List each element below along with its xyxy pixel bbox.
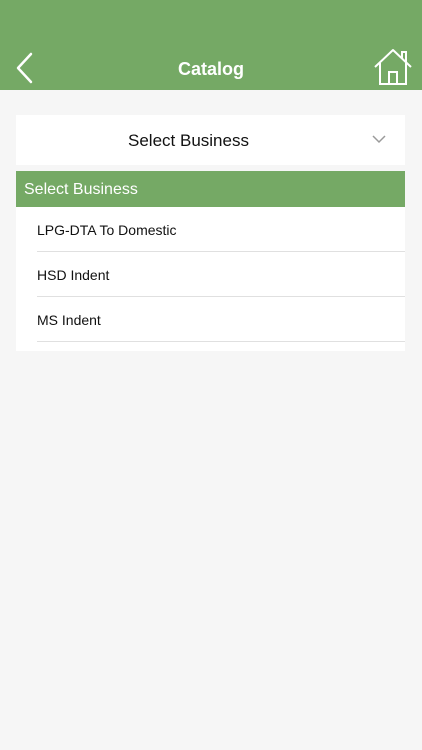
home-icon [374, 49, 412, 85]
list-item[interactable]: MS Indent [16, 297, 405, 342]
home-button[interactable] [372, 46, 414, 88]
list-item[interactable]: LPG-DTA To Domestic [16, 207, 405, 252]
page-title: Catalog [177, 59, 244, 79]
chevron-down-icon [372, 135, 386, 144]
dropdown-header: Select Business [16, 171, 405, 207]
divider [37, 341, 405, 342]
app-header: Catalog [0, 0, 422, 90]
list-item-label: HSD Indent [37, 267, 110, 283]
list-item-label: MS Indent [37, 312, 101, 328]
list-item[interactable]: HSD Indent [16, 252, 405, 297]
business-select-label: Select Business [128, 131, 249, 150]
list-item-label: LPG-DTA To Domestic [37, 222, 177, 238]
business-dropdown: Select Business LPG-DTA To Domestic HSD … [16, 171, 405, 351]
business-select[interactable]: Select Business [16, 115, 405, 165]
